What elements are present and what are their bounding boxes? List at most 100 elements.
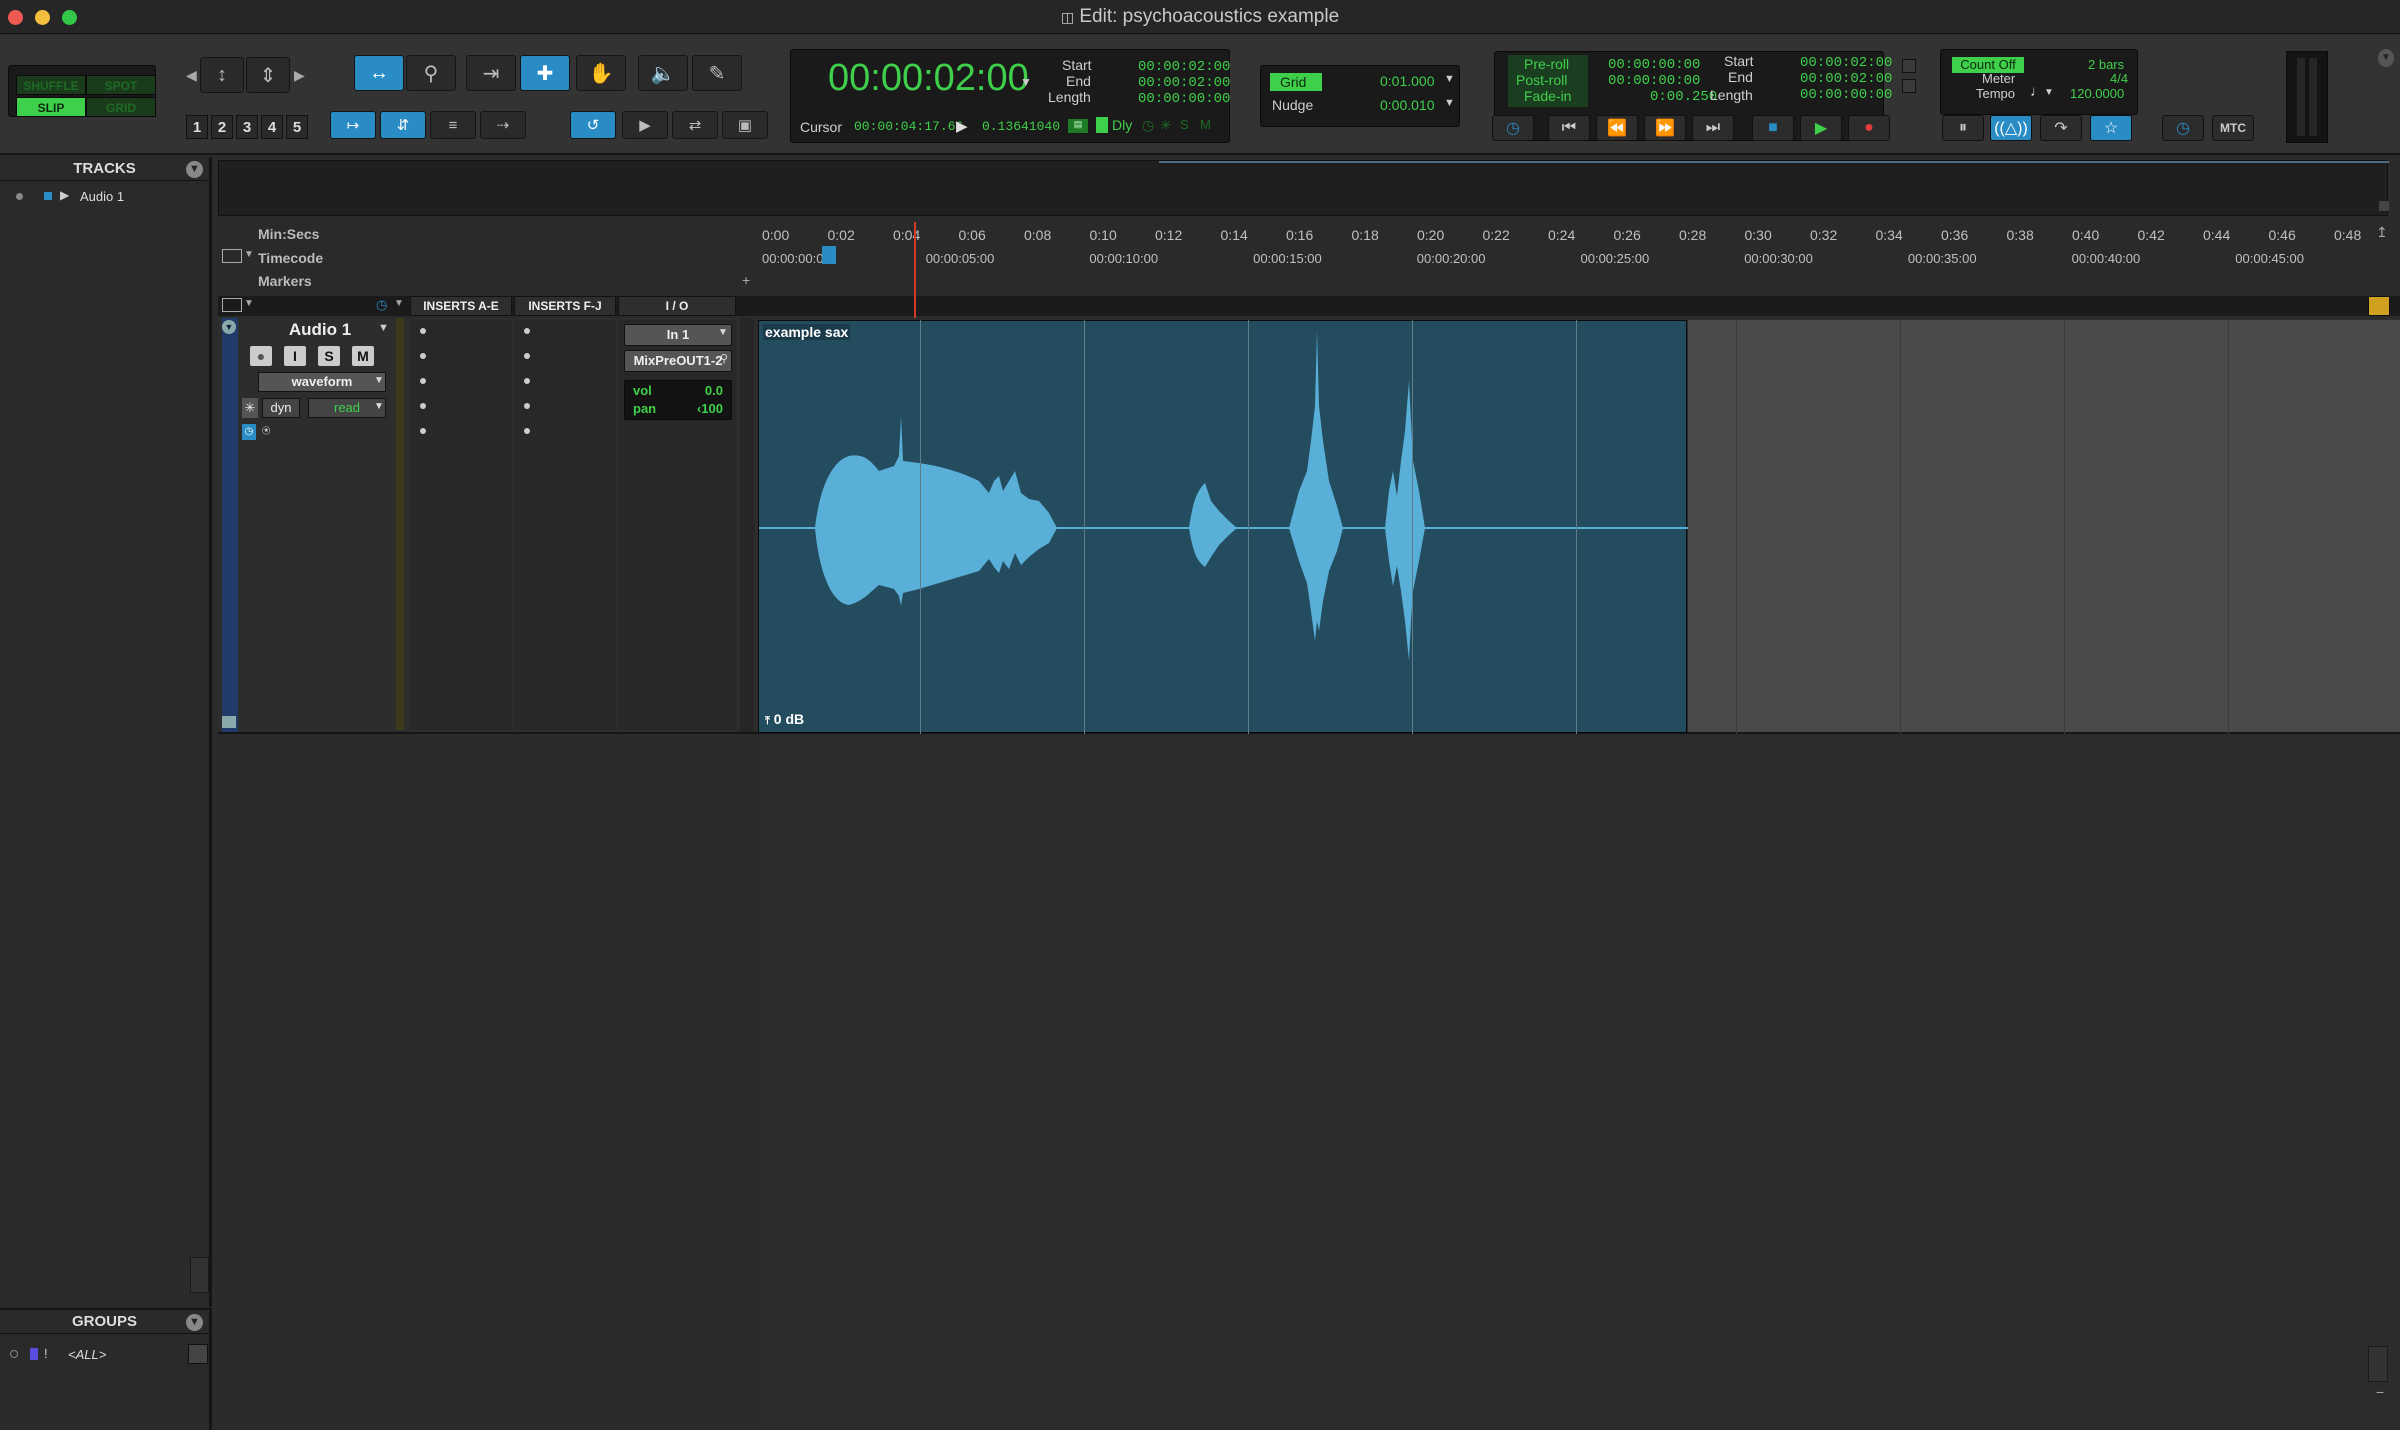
return-to-zero-icon[interactable]: ⏮ xyxy=(1548,115,1590,141)
tracks-menu-icon[interactable]: ▼ xyxy=(186,161,203,178)
insert-slot-c[interactable] xyxy=(420,378,426,384)
output-selector[interactable]: MixPreOUT1-2 xyxy=(624,350,732,372)
link-selection-toggle[interactable] xyxy=(1902,59,1916,73)
track-view-selector[interactable]: waveform xyxy=(258,372,386,392)
keyboard-focus-icon[interactable]: ↺ xyxy=(570,111,616,139)
metronome-icon[interactable]: ((△)) xyxy=(1990,115,2032,141)
edit-window-view-icon[interactable] xyxy=(222,298,242,312)
toolbar-menu-icon[interactable]: ▼ xyxy=(2378,49,2394,67)
link-track-selection-icon[interactable]: ⇢ xyxy=(480,111,526,139)
input-monitor-button[interactable]: I xyxy=(284,346,306,366)
fadein-label[interactable]: Fade-in xyxy=(1524,88,1571,104)
fast-forward-icon[interactable]: ⏩ xyxy=(1644,115,1686,141)
insert-slot-b[interactable] xyxy=(420,353,426,359)
empty-track-area[interactable] xyxy=(1688,320,2400,732)
preroll-value[interactable]: 00:00:00:00 xyxy=(1608,57,1700,73)
midi-zoom-icon[interactable]: ⇕ xyxy=(246,57,290,93)
zoom-out-vertical-icon[interactable]: − xyxy=(2376,1384,2384,1400)
record-enable-button[interactable]: ● xyxy=(250,346,272,366)
view-dropdown-icon[interactable]: ▼ xyxy=(244,298,254,309)
selection-start-value[interactable]: 00:00:02:00 xyxy=(1138,59,1230,75)
scrubber-speaker-icon[interactable]: 🔈 xyxy=(638,55,688,91)
play-icon[interactable]: ▶ xyxy=(1800,115,1842,141)
stop-icon[interactable]: ■ xyxy=(1752,115,1794,141)
mute-button[interactable]: M xyxy=(352,346,374,366)
input-selector[interactable]: In 1 xyxy=(624,324,732,346)
ruler-scroll-up-icon[interactable]: ↥ xyxy=(2376,224,2388,241)
grabber-hand-icon[interactable]: ✋ xyxy=(576,55,626,91)
universe-overview[interactable] xyxy=(218,160,2389,216)
tab-transients-icon[interactable]: ⇵ xyxy=(380,111,426,139)
zoom-preset-3[interactable]: 3 xyxy=(236,115,258,139)
audio-zoom-icon[interactable]: ↕ xyxy=(200,57,244,93)
ruler-menu-icon[interactable] xyxy=(222,249,242,263)
insert-slot-e[interactable] xyxy=(420,428,426,434)
insert-slot-f[interactable] xyxy=(524,328,530,334)
zoom-toggle-icon[interactable]: ↦ xyxy=(330,111,376,139)
grid-toggle-button[interactable]: Grid xyxy=(1270,73,1322,91)
output-pin-icon[interactable]: ⚲ xyxy=(720,352,728,365)
selection-length-value[interactable]: 00:00:00:00 xyxy=(1138,91,1230,107)
mtc-button[interactable]: MTC xyxy=(2212,115,2254,141)
fadein-value[interactable]: 0:00.250 xyxy=(1650,89,1717,105)
sync-online-icon[interactable]: ◷ xyxy=(2162,115,2204,141)
vertical-scrollbar[interactable] xyxy=(2368,1346,2388,1382)
delay-compensation-label[interactable]: Dly xyxy=(1112,117,1132,133)
transport-length-value[interactable]: 00:00:00:00 xyxy=(1800,87,1892,103)
wait-for-note-icon[interactable]: ⏸ xyxy=(1942,115,1984,141)
tempo-dropdown-icon[interactable]: ▼ xyxy=(2044,87,2054,98)
rewind-icon[interactable]: ⏪ xyxy=(1596,115,1638,141)
groups-menu-icon[interactable]: ▼ xyxy=(186,1314,203,1331)
window-config-icon[interactable]: ▣ xyxy=(722,111,768,139)
track-timebase-selector-icon[interactable]: ◷ xyxy=(242,424,256,440)
solo-button[interactable]: S xyxy=(318,346,340,366)
insert-slot-d[interactable] xyxy=(420,403,426,409)
grid-mode-button[interactable]: GRID xyxy=(86,97,156,117)
grid-dropdown-icon[interactable]: ▼ xyxy=(1444,73,1455,85)
insert-slot-i[interactable] xyxy=(524,403,530,409)
track-timebase-icon[interactable]: ◷ xyxy=(376,297,387,313)
empty-playlist-area[interactable] xyxy=(758,736,2400,1430)
loop-toggle[interactable] xyxy=(1902,79,1916,93)
zoom-toggle-corner-icon[interactable] xyxy=(2368,296,2390,316)
add-marker-icon[interactable]: + xyxy=(742,272,750,288)
track-list-item[interactable]: ▶ Audio 1 xyxy=(0,187,209,207)
timebase-dropdown-icon[interactable]: ▼ xyxy=(394,298,404,309)
view-selector-dropdown-icon[interactable]: ▼ xyxy=(374,375,384,386)
countoff-value[interactable]: 2 bars xyxy=(2088,57,2124,72)
empty-edit-area[interactable]: − xyxy=(218,736,2400,1430)
conductor-icon[interactable]: ☆ xyxy=(2090,115,2132,141)
zoom-in-arrow-icon[interactable]: ▶ xyxy=(294,67,305,84)
main-counter[interactable]: 00:00:02:00 xyxy=(828,57,1029,100)
pencil-tool-icon[interactable]: ✎ xyxy=(692,55,742,91)
tracks-scrollbar[interactable] xyxy=(190,1257,209,1293)
group-list-item[interactable]: ! <ALL> xyxy=(0,1346,209,1366)
link-timeline-icon[interactable]: ≡ xyxy=(430,111,476,139)
zoomer-tool-icon[interactable]: ↔ xyxy=(354,55,404,91)
ruler-dropdown-icon[interactable]: ▼ xyxy=(244,249,254,260)
online-icon[interactable]: ◷ xyxy=(1492,115,1534,141)
zoom-preset-2[interactable]: 2 xyxy=(211,115,233,139)
track-collapse-icon[interactable]: ▼ xyxy=(222,320,236,334)
track-resize-icon[interactable] xyxy=(222,716,236,728)
insert-slot-h[interactable] xyxy=(524,378,530,384)
midi-merge-icon[interactable]: ↷ xyxy=(2040,115,2082,141)
trim-tool-icon[interactable]: ⇥ xyxy=(466,55,516,91)
insert-slot-g[interactable] xyxy=(524,353,530,359)
track-visible-icon[interactable] xyxy=(16,193,23,200)
audio-clip[interactable]: example sax ⤒ 0 dB xyxy=(758,320,1688,733)
nudge-dropdown-icon[interactable]: ▼ xyxy=(1444,97,1455,109)
playhead-cursor[interactable] xyxy=(914,222,916,318)
automation-dropdown-icon[interactable]: ▼ xyxy=(374,401,384,412)
playlist-button[interactable]: dyn xyxy=(262,398,300,418)
overview-scroll-thumb[interactable] xyxy=(2379,201,2389,211)
selection-marker-icon[interactable] xyxy=(822,246,836,264)
shuffle-mode-button[interactable]: SHUFFLE xyxy=(16,75,86,95)
insert-slot-j[interactable] xyxy=(524,428,530,434)
smart-tool-icon[interactable]: ✚ xyxy=(520,55,570,91)
vol-value[interactable]: 0.0 xyxy=(705,383,723,398)
postroll-label[interactable]: Post-roll xyxy=(1516,72,1567,88)
track-name-dropdown-icon[interactable]: ▼ xyxy=(378,322,389,334)
zoom-out-arrow-icon[interactable]: ◀ xyxy=(186,67,197,84)
elastic-audio-icon[interactable]: ✳ xyxy=(242,398,258,418)
